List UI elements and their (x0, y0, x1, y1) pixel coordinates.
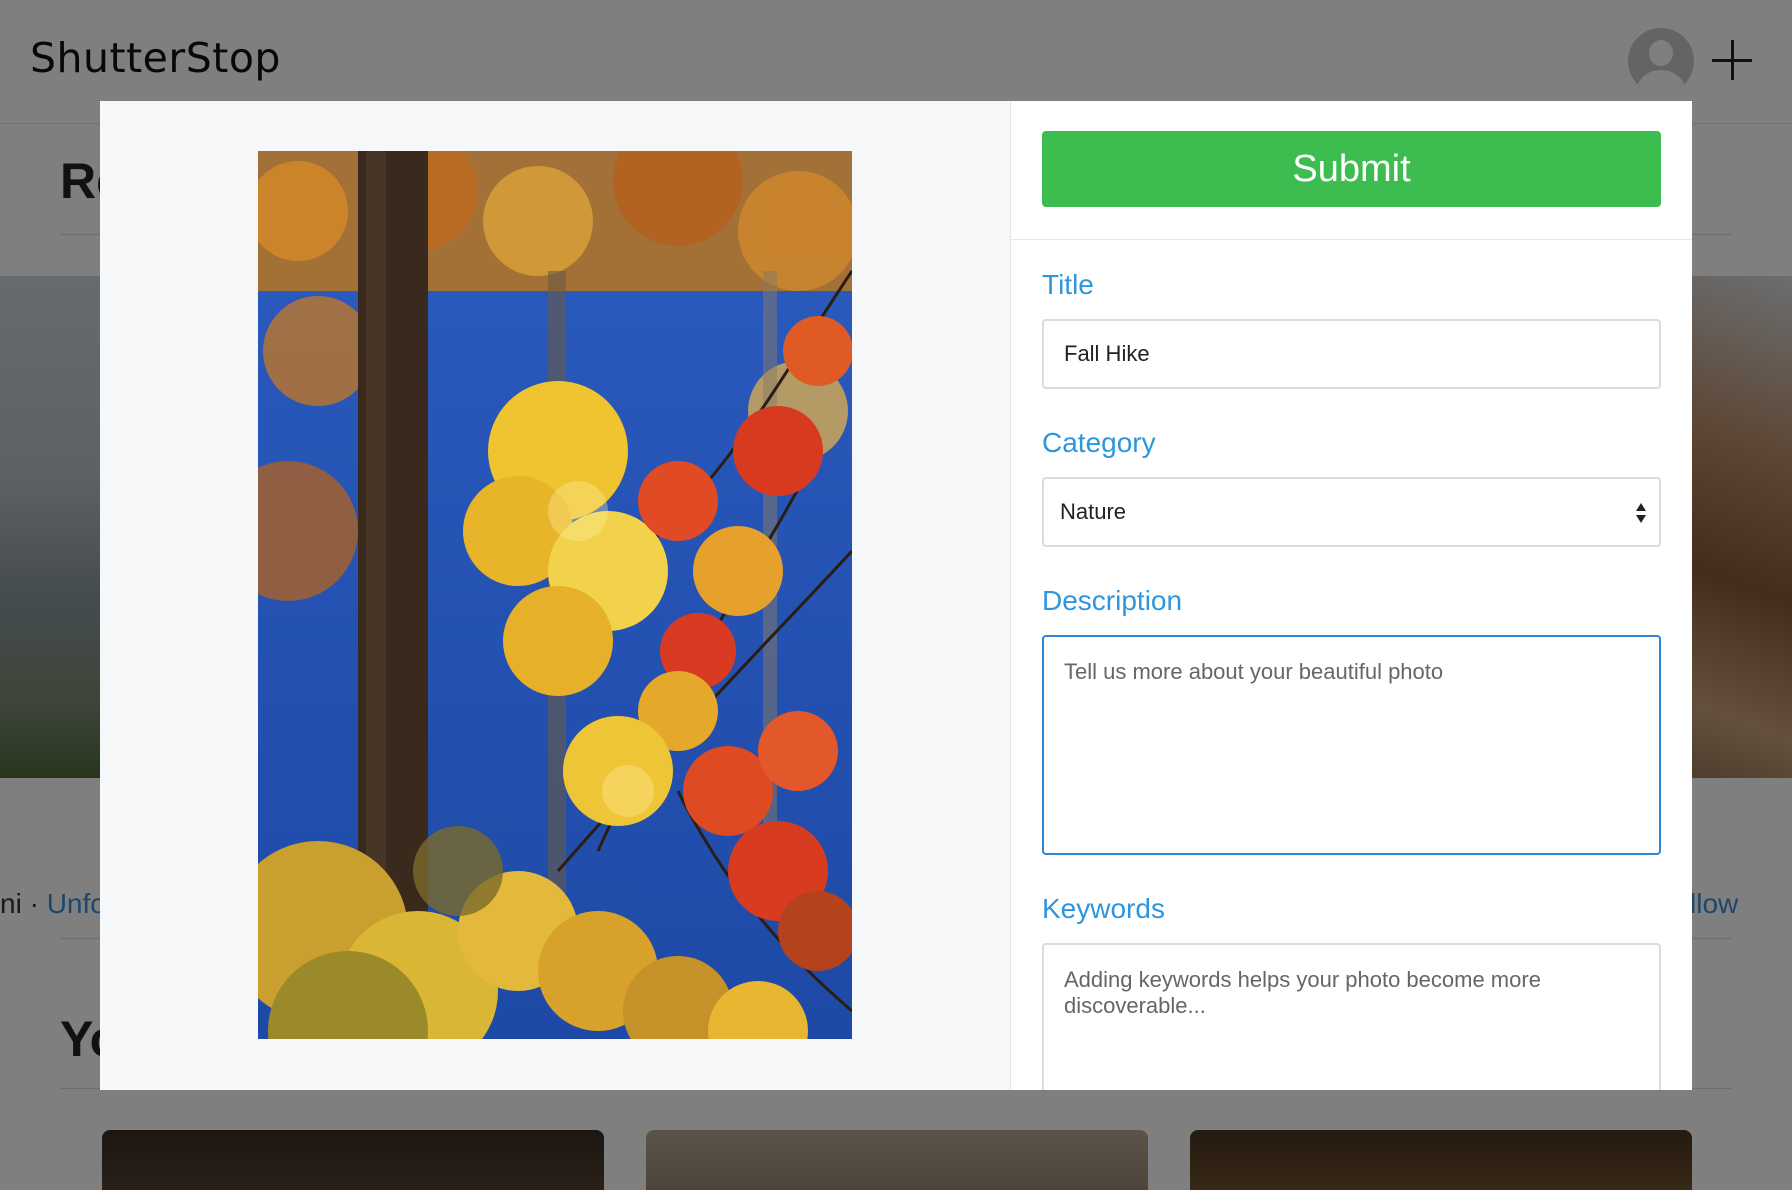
keywords-textarea[interactable]: Adding keywords helps your photo become … (1042, 943, 1661, 1090)
photo-preview (258, 151, 852, 1039)
keywords-label: Keywords (1042, 893, 1165, 924)
submit-button[interactable]: Submit (1042, 131, 1661, 207)
category-label: Category (1042, 427, 1156, 458)
description-textarea[interactable]: Tell us more about your beautiful photo (1042, 635, 1661, 855)
photo-preview-panel (100, 101, 1011, 1090)
title-label: Title (1042, 269, 1094, 300)
category-select[interactable]: Nature (1042, 477, 1661, 547)
description-label: Description (1042, 585, 1183, 616)
title-input[interactable]: Fall Hike (1042, 319, 1661, 389)
form-divider (1011, 239, 1692, 240)
photo-details-form: Submit Title Fall Hike Category Nature D… (1011, 101, 1692, 1090)
upload-modal: Submit Title Fall Hike Category Nature D… (100, 101, 1692, 1090)
select-arrows-icon (1635, 503, 1647, 525)
autumn-leaves-image (258, 151, 852, 1039)
category-selected-value: Nature (1060, 499, 1127, 524)
